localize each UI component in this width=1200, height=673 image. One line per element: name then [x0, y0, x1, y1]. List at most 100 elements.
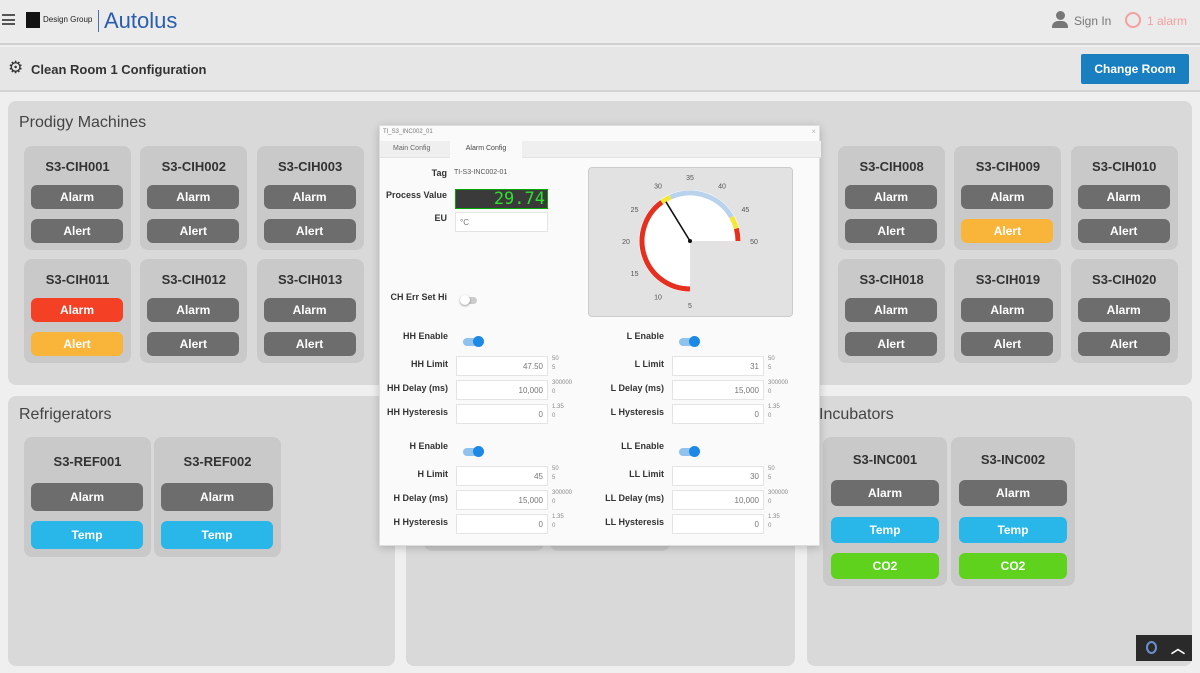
gear-icon: ⚙ [8, 58, 24, 77]
co2-button[interactable]: CO2 [831, 553, 939, 579]
device-card[interactable]: S3-CIH011 Alarm Alert [24, 259, 131, 363]
alarm-count[interactable]: 1 alarm [1147, 14, 1187, 28]
alarm-button[interactable]: Alarm [961, 185, 1054, 209]
chevron-up-icon[interactable]: ︿ [1171, 638, 1185, 658]
alert-button[interactable]: Alert [845, 219, 938, 243]
alert-button[interactable]: Alert [961, 332, 1054, 356]
co2-button[interactable]: CO2 [959, 553, 1067, 579]
card-name: S3-REF001 [53, 454, 122, 469]
incubators-panel: Incubators S3-INC001 Alarm Temp CO2 S3-INC00… [807, 396, 1192, 666]
alert-button[interactable]: Alert [1077, 332, 1170, 356]
sign-in-link[interactable]: Sign In [1074, 14, 1111, 28]
alert-button[interactable]: Alert [31, 332, 123, 356]
tab-alarm-config[interactable]: Alarm Config [450, 141, 522, 158]
alarm-clock-icon[interactable] [1125, 12, 1141, 28]
alert-button[interactable]: Alert [31, 219, 123, 243]
alarm-button[interactable]: Alarm [147, 185, 240, 209]
field-range: 50 5 [768, 355, 775, 373]
field-input[interactable]: 0 [456, 514, 548, 534]
alarm-button[interactable]: Alarm [263, 185, 356, 209]
field-input[interactable]: 45 [456, 466, 548, 486]
alarm-button[interactable]: Alarm [161, 483, 273, 511]
temp-button[interactable]: Temp [31, 521, 143, 549]
field-input[interactable]: 30 [672, 466, 764, 486]
tab-main-config[interactable]: Main Config [393, 145, 430, 152]
alarm-button[interactable]: Alarm [1077, 185, 1170, 209]
eu-input[interactable]: °C [455, 212, 548, 232]
alarm-button[interactable]: Alarm [31, 483, 143, 511]
field-input[interactable]: 15,000 [456, 490, 548, 510]
gauge-tick-label: 20 [622, 239, 630, 246]
device-card[interactable]: S3-CIH001 Alarm Alert [24, 146, 131, 250]
device-card[interactable]: S3-CIH002 Alarm Alert [140, 146, 248, 250]
tag-label: Tag [431, 168, 447, 178]
device-card[interactable]: S3-CIH019 Alarm Alert [954, 259, 1062, 363]
close-icon[interactable]: × [811, 127, 816, 136]
alert-button[interactable]: Alert [263, 219, 356, 243]
device-card[interactable]: S3-CIH018 Alarm Alert [838, 259, 946, 363]
device-card[interactable]: S3-CIH013 Alarm Alert [256, 259, 364, 363]
gauge-tick-label: 15 [631, 271, 639, 278]
stopwatch-icon[interactable] [1146, 641, 1157, 654]
alert-button[interactable]: Alert [147, 332, 240, 356]
enable-label: H Enable [409, 441, 448, 451]
alarm-button[interactable]: Alarm [959, 480, 1067, 506]
menu-icon[interactable] [2, 14, 15, 25]
device-card[interactable]: S3-CIH009 Alarm Alert [954, 146, 1062, 250]
card-name: S3-CIH009 [975, 159, 1041, 174]
alert-button[interactable]: Alert [845, 332, 938, 356]
user-icon[interactable] [1052, 11, 1068, 29]
card-name: S3-CIH001 [45, 159, 110, 174]
field-input[interactable]: 0 [672, 404, 764, 424]
temp-button[interactable]: Temp [161, 521, 273, 549]
device-card[interactable]: S3-REF001 Alarm Temp [24, 437, 151, 557]
field-input[interactable]: 15,000 [672, 380, 764, 400]
temp-button[interactable]: Temp [831, 517, 939, 543]
alarm-button[interactable]: Alarm [845, 298, 938, 322]
alert-button[interactable]: Alert [147, 219, 240, 243]
field-range: 1.35 0 [552, 513, 564, 531]
field-label: H Limit [417, 469, 449, 479]
range-max: 1.35 [552, 404, 564, 410]
device-card[interactable]: S3-INC001 Alarm Temp CO2 [823, 437, 947, 586]
alert-button[interactable]: Alert [1077, 219, 1170, 243]
field-input[interactable]: 10,000 [456, 380, 548, 400]
field-label: HH Limit [411, 359, 448, 369]
page-title: Clean Room 1 Configuration [31, 62, 207, 77]
field-input[interactable]: 10,000 [672, 490, 764, 510]
device-card[interactable]: S3-INC002 Alarm Temp CO2 [951, 437, 1075, 586]
change-room-button[interactable]: Change Room [1081, 54, 1189, 84]
alarm-button[interactable]: Alarm [831, 480, 939, 506]
range-max: 50 [552, 466, 559, 472]
alarm-button[interactable]: Alarm [263, 298, 356, 322]
ch-err-toggle[interactable] [460, 295, 477, 305]
enable-toggle[interactable] [679, 446, 700, 457]
field-input[interactable]: 0 [672, 514, 764, 534]
alarm-button[interactable]: Alarm [31, 298, 123, 322]
device-card[interactable]: S3-CIH010 Alarm Alert [1070, 146, 1178, 250]
field-input[interactable]: 47.50 [456, 356, 548, 376]
device-card[interactable]: S3-CIH008 Alarm Alert [838, 146, 946, 250]
device-card[interactable]: S3-CIH012 Alarm Alert [140, 259, 248, 363]
enable-toggle[interactable] [463, 336, 484, 347]
alert-button[interactable]: Alert [961, 219, 1054, 243]
range-min: 5 [768, 365, 772, 371]
enable-toggle[interactable] [679, 336, 700, 347]
alarm-button[interactable]: Alarm [31, 185, 123, 209]
alarm-button[interactable]: Alarm [147, 298, 240, 322]
alert-button[interactable]: Alert [263, 332, 356, 356]
range-min: 0 [552, 413, 556, 419]
temp-button[interactable]: Temp [959, 517, 1067, 543]
alarm-button[interactable]: Alarm [845, 185, 938, 209]
device-card[interactable]: S3-REF002 Alarm Temp [154, 437, 281, 557]
gauge-needle-hub [688, 239, 692, 243]
gauge-tick-label: 30 [654, 184, 662, 191]
alarm-button[interactable]: Alarm [961, 298, 1054, 322]
enable-toggle[interactable] [463, 446, 484, 457]
field-input[interactable]: 31 [672, 356, 764, 376]
field-input[interactable]: 0 [456, 404, 548, 424]
device-card[interactable]: S3-CIH020 Alarm Alert [1070, 259, 1178, 363]
alarm-button[interactable]: Alarm [1077, 298, 1170, 322]
device-card[interactable]: S3-CIH003 Alarm Alert [256, 146, 364, 250]
page-header: ⚙ Clean Room 1 Configuration Change Room [0, 47, 1200, 92]
